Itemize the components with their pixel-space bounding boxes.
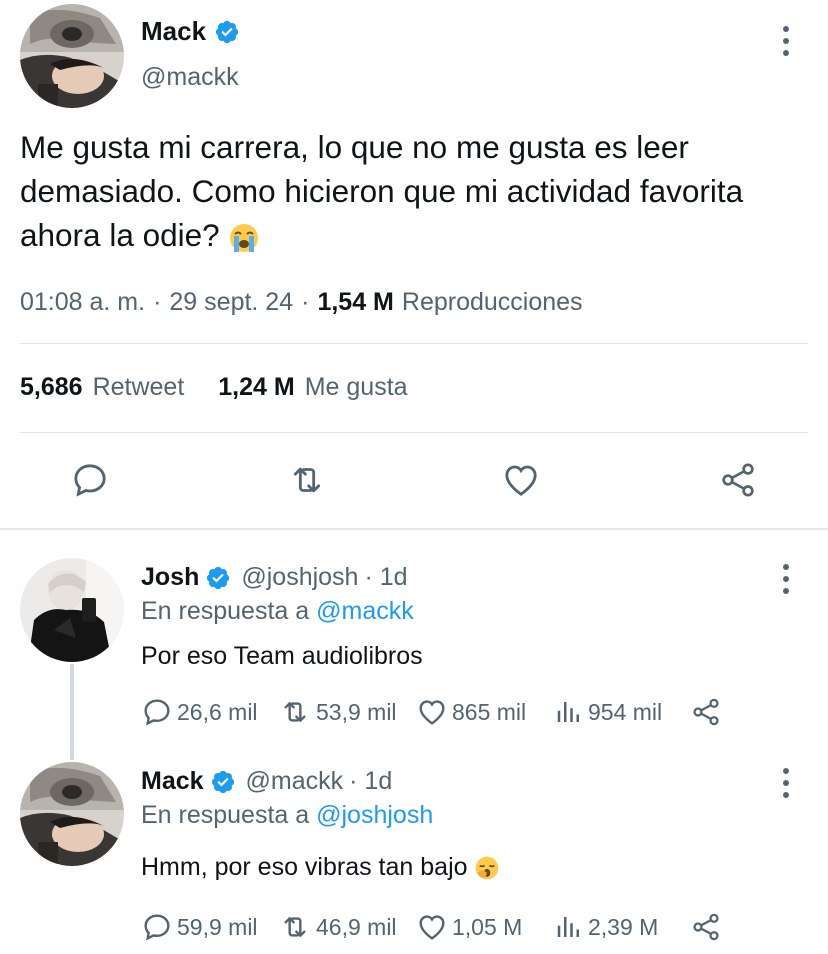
reply-context: En respuesta a @mackk <box>141 597 414 626</box>
retweets-label[interactable]: Retweet <box>93 373 185 402</box>
views-icon <box>557 917 579 937</box>
views-count: 954 mil <box>588 698 663 725</box>
thread-line <box>70 664 74 760</box>
views-count: 2,39 M <box>588 913 659 940</box>
verified-badge-icon <box>215 20 239 43</box>
main-author-handle[interactable]: @mackk <box>141 63 239 92</box>
likes-label[interactable]: Me gusta <box>305 373 408 402</box>
like-icon <box>419 700 445 725</box>
reply-text-content: Hmm, por eso vibras tan bajo <box>141 853 468 881</box>
reply-context-prefix: En respuesta a <box>141 801 310 829</box>
verified-badge-icon <box>211 770 234 793</box>
like-count: 865 mil <box>452 698 527 725</box>
reply-author-name[interactable]: Josh <box>141 563 199 592</box>
retweet-button[interactable] <box>285 460 329 505</box>
main-tweet-text: Me gusta mi carrera, lo que no me gusta … <box>20 125 810 257</box>
main-tweet-text-content: Me gusta mi carrera, lo que no me gusta … <box>20 129 744 253</box>
reply-icon <box>74 464 106 497</box>
reply-context-prefix: En respuesta a <box>141 597 310 625</box>
retweet-icon <box>284 917 306 937</box>
divider <box>20 343 808 344</box>
likes-count[interactable]: 1,24 M <box>218 373 294 402</box>
retweet-icon <box>293 467 321 493</box>
share-button[interactable] <box>690 911 722 948</box>
meta-separator: · <box>153 288 162 316</box>
verified-badge-icon <box>207 566 230 589</box>
more-icon[interactable] <box>783 564 789 594</box>
more-icon[interactable] <box>783 768 789 798</box>
main-author-name[interactable]: Mack <box>141 16 206 47</box>
reply-text: Por eso Team audiolibros <box>141 642 423 670</box>
yawning-face-emoji <box>476 857 499 880</box>
loudly-crying-face-emoji <box>230 223 259 252</box>
reply-time[interactable]: · 1d <box>364 563 407 592</box>
views-icon <box>557 702 579 722</box>
retweet-button[interactable]: 53,9 mil <box>278 696 397 728</box>
tweet-date[interactable]: 29 sept. 24 <box>169 288 293 317</box>
meta-separator: · <box>301 288 310 316</box>
reply-context: En respuesta a @joshjosh <box>141 801 433 830</box>
like-button[interactable] <box>500 460 542 505</box>
reply-count: 59,9 mil <box>177 913 258 940</box>
like-icon <box>505 465 537 496</box>
views-button[interactable]: 954 mil <box>554 696 662 728</box>
retweet-button[interactable]: 46,9 mil <box>278 911 397 943</box>
main-tweet-stats: 5,686 Retweet 1,24 M Me gusta <box>20 373 408 402</box>
reply-button[interactable]: 59,9 mil <box>141 911 258 943</box>
retweets-count[interactable]: 5,686 <box>20 373 83 402</box>
reply-context-mention[interactable]: @mackk <box>316 597 414 625</box>
share-icon <box>722 463 754 497</box>
views-label: Reproducciones <box>401 288 583 316</box>
divider <box>20 432 808 433</box>
share-button[interactable] <box>717 460 759 505</box>
reply-author-handle[interactable]: @mackk <box>246 767 344 796</box>
reply-time[interactable]: · 1d <box>349 767 392 796</box>
reply-context-mention[interactable]: @joshjosh <box>316 801 433 829</box>
reply-author-handle[interactable]: @joshjosh <box>241 563 358 592</box>
share-button[interactable] <box>690 696 722 733</box>
like-count: 1,05 M <box>452 913 523 940</box>
like-button[interactable]: 865 mil <box>416 696 526 728</box>
reply-button[interactable] <box>70 460 110 505</box>
reply-author-name[interactable]: Mack <box>141 767 204 796</box>
retweet-icon <box>284 702 306 722</box>
share-icon <box>693 698 719 726</box>
share-icon <box>693 913 719 941</box>
reply-author-avatar[interactable] <box>20 558 124 662</box>
reply-author-avatar[interactable] <box>20 762 124 866</box>
reply-count: 26,6 mil <box>177 698 258 725</box>
more-icon[interactable] <box>783 26 789 56</box>
reply-text: Hmm, por eso vibras tan bajo <box>141 853 500 882</box>
reply-icon <box>144 699 170 726</box>
tweet-time[interactable]: 01:08 a. m. <box>20 288 145 317</box>
main-tweet-meta: 01:08 a. m. · 29 sept. 24 · 1,54 M Repro… <box>20 288 583 317</box>
views-button[interactable]: 2,39 M <box>554 911 658 943</box>
retweet-count: 53,9 mil <box>316 698 397 725</box>
reply-button[interactable]: 26,6 mil <box>141 696 258 728</box>
section-divider <box>0 528 828 530</box>
retweet-count: 46,9 mil <box>316 913 397 940</box>
main-author-avatar[interactable] <box>20 4 124 108</box>
like-button[interactable]: 1,05 M <box>416 911 522 943</box>
like-icon <box>419 915 445 940</box>
reply-icon <box>144 914 170 941</box>
views-count: 1,54 M <box>317 288 394 316</box>
